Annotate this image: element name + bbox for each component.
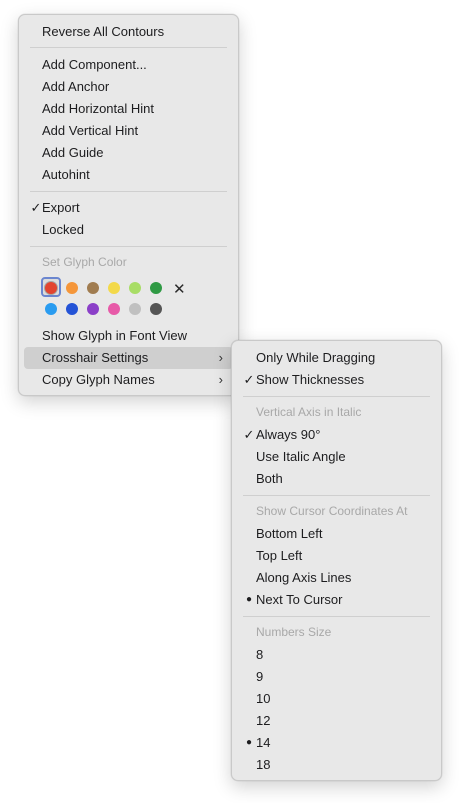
add-vertical-hint-item[interactable]: Add Vertical Hint <box>24 120 233 142</box>
add-component-item[interactable]: Add Component... <box>24 54 233 76</box>
add-horizontal-hint-label: Add Horizontal Hint <box>42 101 154 116</box>
only-while-dragging-label: Only While Dragging <box>256 350 376 365</box>
glyph-color-header: Set Glyph Color <box>42 255 127 269</box>
bullet-icon: ● <box>245 737 253 748</box>
reverse-all-contours-item[interactable]: Reverse All Contours <box>24 21 233 43</box>
numbers-size-header: Numbers Size <box>256 625 332 639</box>
copy-glyph-names-item[interactable]: Copy Glyph Names › <box>24 369 233 391</box>
locked-item[interactable]: Locked <box>24 219 233 241</box>
add-component-label: Add Component... <box>42 57 147 72</box>
menu-separator <box>30 246 227 247</box>
color-swatch[interactable] <box>66 303 78 315</box>
reverse-all-contours-label: Reverse All Contours <box>42 24 165 39</box>
color-swatch[interactable] <box>45 282 57 294</box>
size-label: 14 <box>256 735 271 750</box>
color-swatch[interactable] <box>150 303 162 315</box>
cursor-coordinates-header: Show Cursor Coordinates At <box>256 504 408 518</box>
color-swatch[interactable] <box>129 303 141 315</box>
along-axis-lines-item[interactable]: Along Axis Lines <box>237 567 436 589</box>
add-anchor-label: Add Anchor <box>42 79 110 94</box>
always-90-label: Always 90° <box>256 427 321 442</box>
copy-glyph-names-label: Copy Glyph Names <box>42 372 155 387</box>
top-left-label: Top Left <box>256 548 303 563</box>
add-guide-label: Add Guide <box>42 145 104 160</box>
bullet-icon: ● <box>245 594 253 605</box>
color-swatch[interactable] <box>129 282 141 294</box>
crosshair-settings-submenu: Only While Dragging ✓ Show Thicknesses V… <box>231 340 442 781</box>
locked-label: Locked <box>42 222 84 237</box>
clear-color-icon[interactable]: ✕ <box>173 282 186 297</box>
checkmark-icon: ✓ <box>30 200 42 215</box>
color-swatch[interactable] <box>87 282 99 294</box>
autohint-item[interactable]: Autohint <box>24 164 233 186</box>
checkmark-icon: ✓ <box>243 372 255 387</box>
add-horizontal-hint-item[interactable]: Add Horizontal Hint <box>24 98 233 120</box>
export-label: Export <box>42 200 80 215</box>
chevron-right-icon: › <box>218 372 223 387</box>
menu-separator <box>30 47 227 48</box>
top-left-item[interactable]: Top Left <box>237 545 436 567</box>
color-swatch[interactable] <box>66 282 78 294</box>
chevron-right-icon: › <box>218 350 223 365</box>
checkmark-icon: ✓ <box>243 427 255 442</box>
color-swatch[interactable] <box>108 303 120 315</box>
size-label: 8 <box>256 647 264 662</box>
size-label: 9 <box>256 669 264 684</box>
show-glyph-in-font-view-item[interactable]: Show Glyph in Font View <box>24 325 233 347</box>
use-italic-angle-label: Use Italic Angle <box>256 449 346 464</box>
along-axis-lines-label: Along Axis Lines <box>256 570 352 585</box>
only-while-dragging-item[interactable]: Only While Dragging <box>237 347 436 369</box>
color-swatch[interactable] <box>150 282 162 294</box>
use-italic-angle-item[interactable]: Use Italic Angle <box>237 446 436 468</box>
menu-separator <box>30 191 227 192</box>
crosshair-settings-item[interactable]: Crosshair Settings › <box>24 347 233 369</box>
show-thicknesses-label: Show Thicknesses <box>256 372 365 387</box>
vertical-axis-header: Vertical Axis in Italic <box>256 405 362 419</box>
size-label: 10 <box>256 691 271 706</box>
add-guide-item[interactable]: Add Guide <box>24 142 233 164</box>
autohint-label: Autohint <box>42 167 90 182</box>
crosshair-settings-label: Crosshair Settings <box>42 350 149 365</box>
add-anchor-item[interactable]: Add Anchor <box>24 76 233 98</box>
add-vertical-hint-label: Add Vertical Hint <box>42 123 139 138</box>
both-label: Both <box>256 471 283 486</box>
next-to-cursor-item[interactable]: ● Next To Cursor <box>237 589 436 611</box>
glyph-context-menu: Reverse All Contours Add Component... Ad… <box>18 14 239 396</box>
show-thicknesses-item[interactable]: ✓ Show Thicknesses <box>237 369 436 391</box>
size-9-item[interactable]: 9 <box>237 666 436 688</box>
color-swatch[interactable] <box>108 282 120 294</box>
color-swatch[interactable] <box>87 303 99 315</box>
size-10-item[interactable]: 10 <box>237 688 436 710</box>
size-label: 18 <box>256 757 271 772</box>
size-8-item[interactable]: 8 <box>237 644 436 666</box>
menu-separator <box>243 495 430 496</box>
bottom-left-label: Bottom Left <box>256 526 323 541</box>
both-item[interactable]: Both <box>237 468 436 490</box>
size-14-item[interactable]: ● 14 <box>237 732 436 754</box>
size-18-item[interactable]: 18 <box>237 754 436 776</box>
size-label: 12 <box>256 713 271 728</box>
bottom-left-item[interactable]: Bottom Left <box>237 523 436 545</box>
color-swatch[interactable] <box>45 303 57 315</box>
menu-separator <box>243 616 430 617</box>
always-90-item[interactable]: ✓ Always 90° <box>237 424 436 446</box>
menu-separator <box>243 396 430 397</box>
next-to-cursor-label: Next To Cursor <box>256 592 343 607</box>
export-item[interactable]: ✓ Export <box>24 197 233 219</box>
size-12-item[interactable]: 12 <box>237 710 436 732</box>
show-glyph-in-font-view-label: Show Glyph in Font View <box>42 328 187 343</box>
